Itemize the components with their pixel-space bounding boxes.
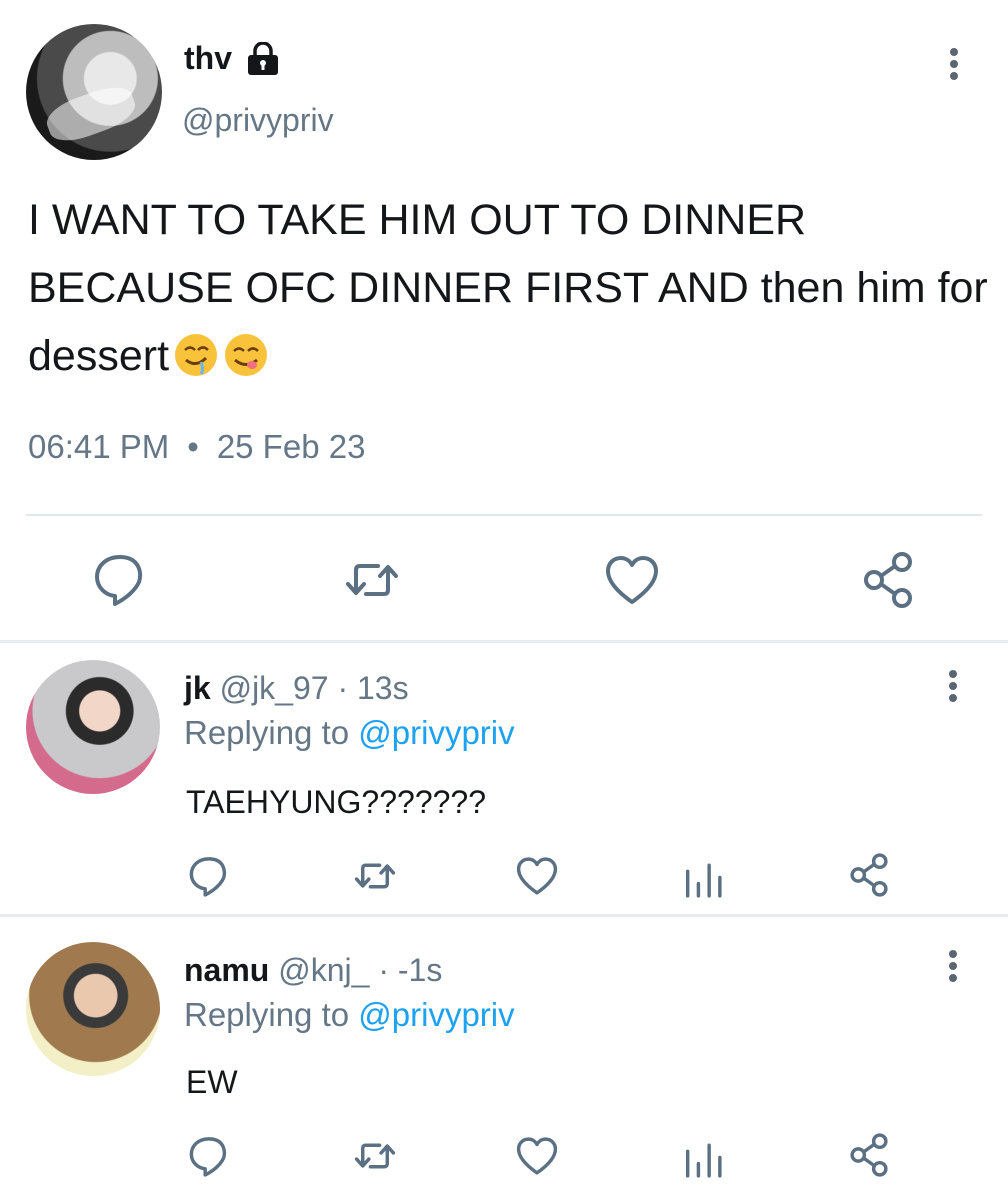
replying-to: Replying to @privypriv: [184, 996, 515, 1033]
tweet-time: 06:41 PM: [28, 428, 170, 465]
like-icon[interactable]: [602, 550, 662, 610]
reply-icon[interactable]: [186, 1132, 232, 1178]
tweet-text: I WANT TO TAKE HIM OUT TO DINNER BECAUSE…: [28, 186, 988, 390]
divider: [26, 514, 982, 516]
like-icon[interactable]: [514, 1133, 560, 1179]
reply-icon[interactable]: [186, 852, 232, 898]
like-icon[interactable]: [514, 853, 560, 899]
author-display-name[interactable]: thv: [184, 40, 232, 77]
share-icon[interactable]: [858, 550, 918, 610]
share-icon[interactable]: [846, 852, 892, 898]
replying-to: Replying to @privypriv: [184, 714, 515, 751]
divider: [0, 914, 1008, 917]
reply-header: jk @jk_97 · 13s: [184, 670, 409, 707]
drooling-face-icon: [175, 334, 218, 376]
tweet-timestamp: 06:41 PM • 25 Feb 23: [28, 428, 365, 466]
tweet-date: 25 Feb 23: [216, 428, 366, 465]
analytics-icon[interactable]: [680, 856, 726, 902]
face-savoring-food-icon: [225, 334, 268, 376]
share-icon[interactable]: [846, 1132, 892, 1178]
reply-avatar[interactable]: [26, 660, 160, 794]
retweet-icon[interactable]: [342, 550, 402, 610]
reply-display-name[interactable]: namu: [184, 952, 269, 988]
divider: [0, 640, 1008, 643]
replying-to-mention[interactable]: @privypriv: [358, 714, 514, 751]
reply-text: EW: [186, 1064, 238, 1100]
tweet-text-line: dessert: [28, 322, 988, 390]
retweet-icon[interactable]: [352, 1133, 398, 1179]
author-avatar[interactable]: [26, 24, 162, 160]
tweet-text-line: I WANT TO TAKE HIM OUT TO DINNER: [28, 196, 807, 244]
author-handle[interactable]: @privypriv: [182, 102, 334, 139]
tweet-text-line: BECAUSE OFC DINNER FIRST AND then him fo…: [28, 264, 988, 312]
analytics-icon[interactable]: [680, 1136, 726, 1182]
reply-avatar[interactable]: [26, 942, 160, 1076]
reply-display-name[interactable]: jk: [184, 670, 211, 706]
replying-to-mention[interactable]: @privypriv: [358, 996, 514, 1033]
more-options-icon[interactable]: [946, 670, 960, 710]
reply-time: · 13s: [328, 670, 409, 706]
reply-header: namu @knj_ · -1s: [184, 952, 442, 989]
more-options-icon[interactable]: [947, 48, 961, 88]
lock-icon: [248, 42, 278, 75]
more-options-icon[interactable]: [946, 950, 960, 990]
retweet-icon[interactable]: [352, 853, 398, 899]
reply-handle[interactable]: @knj_: [278, 952, 369, 988]
reply-handle[interactable]: @jk_97: [220, 670, 329, 706]
separator-dot: •: [187, 428, 199, 465]
reply-time: · -1s: [369, 952, 443, 988]
reply-text: TAEHYUNG???????: [186, 784, 486, 820]
reply-icon[interactable]: [90, 548, 150, 608]
